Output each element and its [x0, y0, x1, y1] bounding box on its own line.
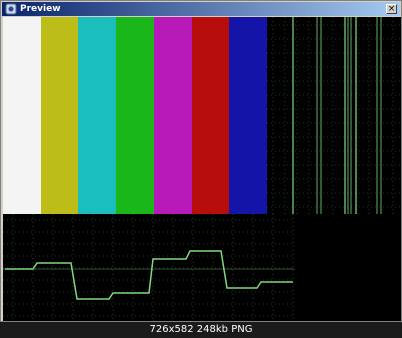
- preview-image: [3, 17, 401, 321]
- app-icon: [5, 3, 17, 15]
- waveform-trace: [5, 250, 293, 300]
- close-button[interactable]: ×: [386, 4, 397, 14]
- preview-window: Preview ×: [0, 0, 402, 322]
- waveform-grid: [3, 214, 295, 321]
- color-bar-red: [191, 17, 230, 214]
- color-bar-yellow: [40, 17, 79, 214]
- close-icon: ×: [387, 4, 396, 14]
- color-bar-magenta: [153, 17, 192, 214]
- color-bar-green: [116, 17, 154, 214]
- vectorscope-panel: [267, 17, 401, 214]
- image-caption: 726x582 248kb PNG: [0, 322, 402, 338]
- waveform-panel: [3, 214, 295, 321]
- scope-traces: [292, 17, 382, 214]
- title-bar[interactable]: Preview ×: [2, 2, 400, 16]
- color-bar-cyan: [78, 17, 117, 214]
- color-bar-blue: [229, 17, 268, 214]
- color-bar-white: [3, 17, 41, 214]
- window-title: Preview: [20, 4, 61, 14]
- color-bars: [3, 17, 268, 214]
